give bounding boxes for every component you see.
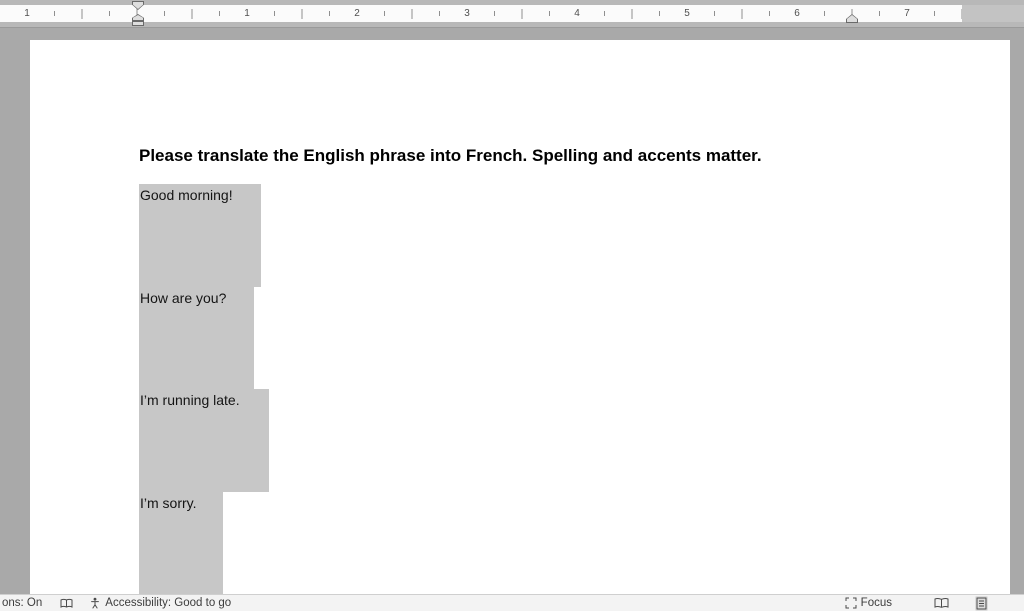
- ruler[interactable]: 1 1 2 3 4 5 6 7: [0, 0, 1024, 28]
- focus-label: Focus: [861, 597, 892, 609]
- field-phrase: Good morning!: [139, 184, 261, 203]
- spellcheck-icon[interactable]: [60, 598, 73, 609]
- focus-icon: [845, 597, 857, 609]
- field-phrase: I’m running late.: [139, 389, 269, 408]
- accessibility-label: Accessibility: Good to go: [105, 597, 231, 609]
- form-field[interactable]: I’m running late.: [139, 389, 269, 492]
- left-indent-marker[interactable]: [132, 21, 144, 26]
- form-field[interactable]: Good morning!: [139, 184, 261, 287]
- ruler-number: 5: [682, 9, 692, 19]
- ruler-number: 3: [462, 9, 472, 19]
- status-bar: ons: On Accessibility: Good to go: [0, 594, 1024, 611]
- document-page[interactable]: Please translate the English phrase into…: [30, 40, 1010, 594]
- field-phrase: I’m sorry.: [139, 492, 223, 511]
- field-phrase: How are you?: [139, 287, 254, 306]
- ruler-number: 2: [352, 9, 362, 19]
- form-field[interactable]: I’m sorry.: [139, 492, 223, 594]
- accessibility-status[interactable]: Accessibility: Good to go: [89, 597, 231, 609]
- accessibility-icon: [89, 597, 101, 609]
- ruler-strip[interactable]: 1 1 2 3 4 5 6 7: [0, 5, 962, 22]
- ruler-number: 7: [902, 9, 912, 19]
- ruler-number: 1: [242, 9, 252, 19]
- ruler-margin-area: [962, 5, 1024, 22]
- text-predictions-status[interactable]: ons: On: [2, 597, 42, 609]
- ruler-number: 4: [572, 9, 582, 19]
- read-mode-button[interactable]: [934, 597, 949, 609]
- form-field[interactable]: How are you?: [139, 287, 254, 389]
- document-heading: Please translate the English phrase into…: [139, 146, 762, 166]
- focus-button[interactable]: Focus: [845, 597, 892, 609]
- ruler-number: 6: [792, 9, 802, 19]
- print-layout-button[interactable]: [975, 596, 988, 611]
- ruler-number: 1: [22, 9, 32, 19]
